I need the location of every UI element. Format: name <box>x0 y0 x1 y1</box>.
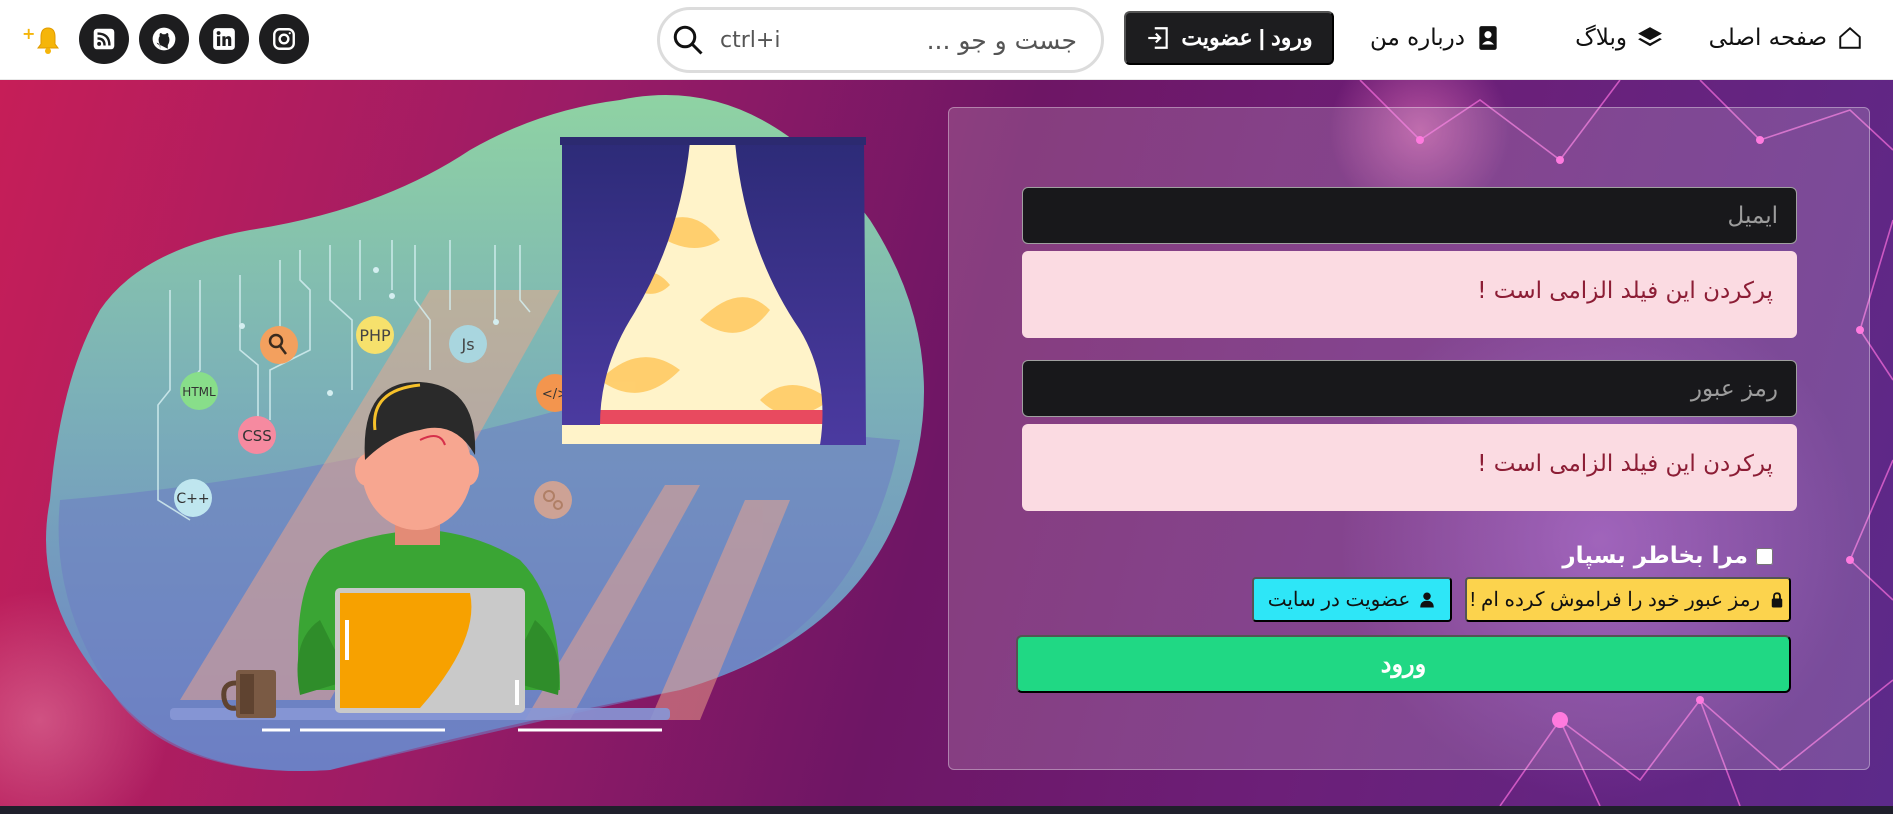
footer-strip <box>0 806 1893 814</box>
nav-blog-link[interactable]: وبلاگ <box>1575 18 1663 58</box>
layers-icon <box>1638 27 1662 47</box>
notification-badge: + <box>22 24 36 43</box>
home-icon <box>1839 26 1861 49</box>
login-submit-button[interactable]: ورود <box>1016 635 1791 693</box>
user-icon <box>1420 592 1435 607</box>
linkedin-link[interactable] <box>199 14 249 64</box>
remember-me-label: مرا بخاطر بسپار <box>1562 543 1748 569</box>
linkedin-icon <box>213 28 235 50</box>
rss-icon <box>93 28 115 50</box>
developer-illustration: PHP Js HTML CSS C++ </> <box>46 95 924 771</box>
sign-in-icon <box>1148 27 1169 49</box>
hero-section: PHP Js HTML CSS C++ </> ایمیل پرکردن این… <box>0 80 1893 806</box>
search-box[interactable]: ctrl+i <box>657 7 1104 73</box>
forgot-password-button[interactable]: رمز عبور خود را فراموش کرده ام ! <box>1465 577 1791 622</box>
signup-button[interactable]: عضویت در سایت <box>1252 577 1452 622</box>
bubble-html: HTML <box>182 385 216 399</box>
email-field[interactable] <box>1022 187 1797 244</box>
github-icon <box>152 27 176 51</box>
nav-home-link[interactable]: صفحه اصلی <box>1709 18 1863 58</box>
lock-icon <box>1771 591 1783 607</box>
password-error-alert: پرکردن این فیلد الزامی است ! <box>1022 424 1797 511</box>
email-error-alert: پرکردن این فیلد الزامی است ! <box>1022 251 1797 338</box>
remember-me-checkbox[interactable] <box>1756 547 1773 565</box>
nav-home-label: صفحه اصلی <box>1708 25 1827 51</box>
rss-link[interactable] <box>79 14 129 64</box>
notification-bell[interactable]: + <box>20 24 62 56</box>
bubble-cpp: C++ <box>176 491 209 507</box>
laptop <box>335 588 525 713</box>
window-with-curtains <box>560 137 866 445</box>
login-signup-label: ورود | عضویت <box>1181 25 1313 50</box>
top-navbar: صفحه اصلی وبلاگ درباره من ورود | عضویت c… <box>0 0 1893 80</box>
search-input[interactable] <box>712 19 1077 61</box>
remember-me-option[interactable]: مرا بخاطر بسپار <box>1562 543 1773 569</box>
forgot-password-label: رمز عبور خود را فراموش کرده ام ! <box>1469 589 1761 611</box>
login-form-card: پرکردن این فیلد الزامی است ! پرکردن این … <box>948 107 1870 770</box>
github-link[interactable] <box>139 14 189 64</box>
nav-about-link[interactable]: درباره من <box>1370 18 1501 58</box>
password-field[interactable] <box>1022 360 1797 417</box>
nav-blog-label: وبلاگ <box>1575 25 1627 51</box>
signup-label: عضویت در سایت <box>1267 589 1411 611</box>
search-icon[interactable] <box>670 22 706 58</box>
nav-about-label: درباره من <box>1369 25 1465 51</box>
bubble-css: CSS <box>242 427 272 445</box>
contact-card-icon <box>1479 26 1497 50</box>
bubble-php: PHP <box>359 326 391 345</box>
bubble-js: Js <box>460 335 474 354</box>
instagram-link[interactable] <box>259 14 309 64</box>
login-signup-button[interactable]: ورود | عضویت <box>1124 11 1334 65</box>
instagram-icon <box>273 28 295 50</box>
